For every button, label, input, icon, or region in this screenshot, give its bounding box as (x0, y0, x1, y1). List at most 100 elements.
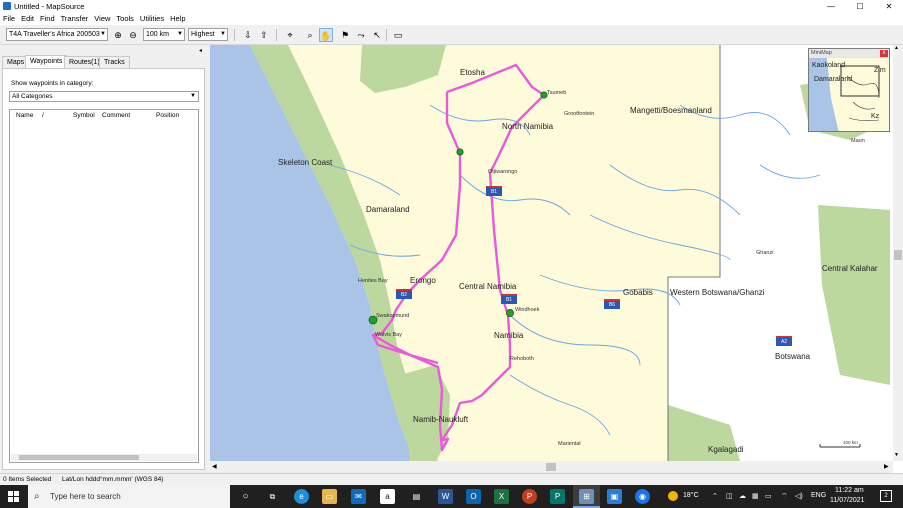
region-label-erongo: Erongo (410, 276, 436, 285)
column-header-position[interactable]: Position (156, 112, 179, 119)
chrome-icon[interactable]: ◉ (635, 489, 650, 504)
excel-icon[interactable]: X (494, 489, 509, 504)
file-explorer-icon[interactable]: ▭ (322, 489, 337, 504)
tray-volume-icon[interactable]: ◁) (795, 492, 803, 500)
map-tool-icon[interactable]: ⌖ (283, 28, 297, 42)
region-label-namibia: Namibia (494, 331, 524, 340)
map-view[interactable]: Etosha North Namibia Skeleton Coast Dama… (210, 45, 903, 473)
menu-view[interactable]: View (91, 13, 113, 25)
close-button[interactable]: ✕ (876, 0, 902, 13)
menu-edit[interactable]: Edit (18, 13, 37, 25)
clock-time[interactable]: 11:22 am (835, 487, 864, 494)
waypoint-midroute[interactable] (456, 148, 464, 156)
send-to-device-icon[interactable]: ⇧ (257, 28, 271, 42)
map-canvas[interactable]: Etosha North Namibia Skeleton Coast Dama… (210, 45, 893, 461)
zoom-in-icon[interactable]: ⊕ (111, 28, 125, 42)
detail-level-select[interactable]: Highest ▼ (188, 28, 228, 41)
scroll-down-icon[interactable]: ▼ (894, 452, 899, 458)
amazon-icon[interactable]: a (380, 489, 395, 504)
minimap-label-damaraland: Damaraland (814, 76, 853, 83)
menu-tools[interactable]: Tools (113, 13, 137, 25)
photos-icon[interactable]: ▣ (607, 489, 622, 504)
tray-battery-icon[interactable]: ▭ (765, 492, 772, 500)
tab-waypoints[interactable]: Waypoints (25, 55, 68, 68)
menu-utilities[interactable]: Utilities (137, 13, 167, 25)
map-vertical-scrollbar[interactable]: ▲ ▼ (893, 45, 903, 461)
menu-file[interactable]: File (0, 13, 18, 25)
region-label-etosha: Etosha (460, 68, 485, 77)
region-label-skeleton-coast: Skeleton Coast (278, 158, 333, 167)
tab-tracks[interactable]: Tracks (99, 56, 130, 68)
clock-date[interactable]: 11/07/2021 (830, 497, 865, 504)
language-indicator[interactable]: ENG (811, 492, 826, 499)
distance-tool-icon[interactable]: ▭ (391, 28, 405, 42)
scroll-left-icon[interactable]: ◀ (212, 463, 217, 470)
collapse-panel-icon[interactable]: ◂ (199, 47, 202, 54)
maximize-button[interactable]: ☐ (847, 0, 873, 13)
column-header-name[interactable]: Name (16, 112, 33, 119)
tray-app-icon[interactable]: ▦ (752, 492, 759, 500)
route-tool-icon[interactable]: ⤳ (354, 28, 368, 42)
publisher-icon[interactable]: P (550, 489, 565, 504)
town-label-rehoboth: Rehoboth (510, 356, 534, 362)
zoom-tool-icon[interactable]: ⌕ (303, 28, 317, 42)
minimap[interactable]: MiniMap x Kaokoland Damaraland Zim Ok Kz (808, 48, 890, 132)
region-label-botswana: Botswana (775, 352, 811, 361)
windows-start-icon[interactable] (8, 491, 19, 502)
minimize-button[interactable]: — (818, 0, 844, 13)
map-horizontal-scrollbar[interactable]: ◀ ▶ (210, 461, 893, 473)
task-view-icon[interactable]: ⧉ (265, 489, 280, 504)
list-scroll-thumb[interactable] (19, 455, 139, 460)
status-bar: 0 Items Selected Lat/Lon hddd°mm.mmm' (W… (0, 473, 903, 485)
mail-icon[interactable]: ✉ (351, 489, 366, 504)
hand-tool-icon[interactable]: ✋ (319, 28, 333, 42)
scroll-up-icon[interactable]: ▲ (894, 45, 899, 51)
waypoint-windhoek[interactable] (506, 309, 514, 317)
list-horizontal-scrollbar[interactable] (11, 454, 197, 461)
cortana-icon[interactable]: ○ (238, 489, 253, 504)
road-shield-b1-north: B1 (486, 186, 502, 196)
minimap-label-kz: Kz (871, 113, 880, 120)
town-label-windhoek: Windhoek (515, 307, 540, 313)
weather-sun-icon[interactable] (668, 491, 678, 501)
town-label-henties-bay: Henties Bay (358, 278, 388, 284)
taskbar-search-box[interactable]: ⌕ Type here to search (28, 485, 230, 508)
scroll-right-icon[interactable]: ▶ (884, 463, 889, 470)
tray-wifi-icon[interactable]: ⌔ (781, 492, 788, 501)
mapsource-taskbar-button[interactable]: ⊞ (573, 485, 600, 508)
outlook-icon[interactable]: O (466, 489, 481, 504)
waypoint-list[interactable]: Name / Symbol Comment Position (9, 109, 199, 463)
tray-overflow-icon[interactable]: ⌃ (712, 492, 718, 500)
tray-network-icon[interactable]: ◫ (726, 492, 733, 500)
menu-find[interactable]: Find (37, 13, 58, 25)
town-label-ghanzi: Ghanzi (756, 250, 774, 256)
search-placeholder: Type here to search (50, 492, 121, 501)
minimap-close-button[interactable]: x (880, 50, 888, 57)
tray-onedrive-icon[interactable]: ☁ (739, 492, 746, 500)
selection-tool-icon[interactable]: ↖ (370, 28, 384, 42)
road-shield-b1-central: B1 (501, 294, 517, 304)
zoom-scale-select[interactable]: 100 km ▼ (143, 28, 185, 41)
notifications-icon[interactable]: 2 (880, 490, 892, 502)
map-product-select[interactable]: T4A Traveller's Africa 200503 ▼ (6, 28, 108, 41)
map-vscroll-thumb[interactable] (894, 250, 902, 260)
edge-browser-icon[interactable]: e (294, 489, 309, 504)
weather-temperature[interactable]: 18°C (683, 492, 699, 499)
minimap-label-kaokoland: Kaokoland (812, 62, 846, 69)
zoom-scale-value: 100 km (146, 31, 169, 38)
waypoint-category-select[interactable]: All Categories ▼ (9, 91, 199, 102)
column-header-comment[interactable]: Comment (102, 112, 130, 119)
menu-help[interactable]: Help (167, 13, 188, 25)
column-header-symbol[interactable]: Symbol (73, 112, 95, 119)
word-icon[interactable]: W (438, 489, 453, 504)
powerpoint-icon[interactable]: P (522, 489, 537, 504)
store-icon[interactable]: ▤ (409, 489, 424, 504)
waypoint-tool-icon[interactable]: ⚑ (338, 28, 352, 42)
map-hscroll-thumb[interactable] (546, 463, 556, 471)
town-label-otjiwarongo: Otjiwarongo (488, 169, 518, 175)
receive-from-device-icon[interactable]: ⇩ (241, 28, 255, 42)
region-label-central-namibia: Central Namibia (459, 282, 517, 291)
menu-transfer[interactable]: Transfer (58, 13, 92, 25)
chevron-down-icon: ▼ (177, 31, 183, 37)
zoom-out-icon[interactable]: ⊖ (126, 28, 140, 42)
